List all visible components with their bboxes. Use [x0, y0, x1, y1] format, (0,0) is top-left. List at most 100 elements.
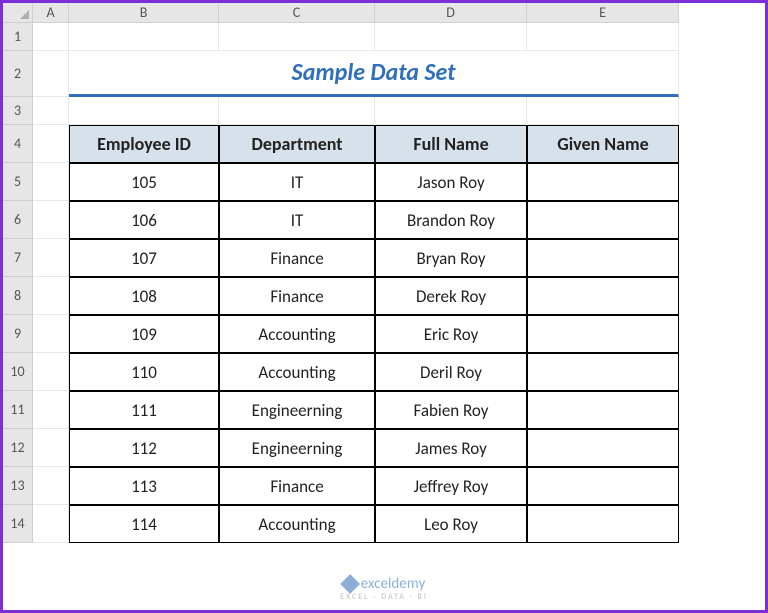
cell-given-name[interactable]: [527, 391, 679, 429]
cell-full-name[interactable]: Eric Roy: [375, 315, 527, 353]
cell-full-name[interactable]: Leo Roy: [375, 505, 527, 543]
cell-A12[interactable]: [33, 429, 69, 467]
cell-given-name[interactable]: [527, 429, 679, 467]
col-header-E[interactable]: E: [527, 3, 679, 23]
table-row: 12 112EngineerningJames Roy: [3, 429, 765, 467]
col-header-D[interactable]: D: [375, 3, 527, 23]
cell-A11[interactable]: [33, 391, 69, 429]
cell-given-name[interactable]: [527, 315, 679, 353]
cell-A13[interactable]: [33, 467, 69, 505]
row-header-5[interactable]: 5: [3, 163, 33, 201]
cell-B1[interactable]: [69, 23, 219, 51]
cell-full-name[interactable]: Jeffrey Roy: [375, 467, 527, 505]
col-header-A[interactable]: A: [33, 3, 69, 23]
cell-E3[interactable]: [527, 97, 679, 125]
cell-full-name[interactable]: Fabien Roy: [375, 391, 527, 429]
row-header-12[interactable]: 12: [3, 429, 33, 467]
row-header-11[interactable]: 11: [3, 391, 33, 429]
table-row: 7 107FinanceBryan Roy: [3, 239, 765, 277]
cell-full-name[interactable]: Derek Roy: [375, 277, 527, 315]
table-row: 13 113FinanceJeffrey Roy: [3, 467, 765, 505]
cell-department[interactable]: Finance: [219, 467, 375, 505]
cell-employee-id[interactable]: 111: [69, 391, 219, 429]
table-row: 8 108FinanceDerek Roy: [3, 277, 765, 315]
row-header-8[interactable]: 8: [3, 277, 33, 315]
cell-E1[interactable]: [527, 23, 679, 51]
row-header-1[interactable]: 1: [3, 23, 33, 51]
cell-employee-id[interactable]: 113: [69, 467, 219, 505]
col-header-C[interactable]: C: [219, 3, 375, 23]
data-rows: 5105ITJason Roy6106ITBrandon Roy7107Fina…: [3, 163, 765, 543]
cell-employee-id[interactable]: 105: [69, 163, 219, 201]
cell-department[interactable]: IT: [219, 201, 375, 239]
cell-full-name[interactable]: Brandon Roy: [375, 201, 527, 239]
cell-given-name[interactable]: [527, 201, 679, 239]
cell-D1[interactable]: [375, 23, 527, 51]
row-1: 1: [3, 23, 765, 51]
col-header-B[interactable]: B: [69, 3, 219, 23]
row-4: 4 Employee ID Department Full Name Given…: [3, 125, 765, 163]
cell-C3[interactable]: [219, 97, 375, 125]
cell-D3[interactable]: [375, 97, 527, 125]
cell-A7[interactable]: [33, 239, 69, 277]
th-given-name[interactable]: Given Name: [527, 125, 679, 163]
cell-department[interactable]: Engineerning: [219, 429, 375, 467]
cell-full-name[interactable]: James Roy: [375, 429, 527, 467]
cell-department[interactable]: Finance: [219, 277, 375, 315]
row-header-2[interactable]: 2: [3, 51, 33, 97]
select-all-corner[interactable]: [3, 3, 33, 23]
cell-given-name[interactable]: [527, 239, 679, 277]
th-employee-id[interactable]: Employee ID: [69, 125, 219, 163]
cell-A6[interactable]: [33, 201, 69, 239]
row-header-13[interactable]: 13: [3, 467, 33, 505]
cell-employee-id[interactable]: 114: [69, 505, 219, 543]
cell-department[interactable]: Accounting: [219, 505, 375, 543]
cell-given-name[interactable]: [527, 277, 679, 315]
cell-employee-id[interactable]: 106: [69, 201, 219, 239]
cell-department[interactable]: Finance: [219, 239, 375, 277]
table-row: 14 114AccountingLeo Roy: [3, 505, 765, 543]
row-2: 2 Sample Data Set: [3, 51, 765, 97]
row-header-10[interactable]: 10: [3, 353, 33, 391]
cell-given-name[interactable]: [527, 505, 679, 543]
cell-A9[interactable]: [33, 315, 69, 353]
row-header-7[interactable]: 7: [3, 239, 33, 277]
row-header-3[interactable]: 3: [3, 97, 33, 125]
cell-department[interactable]: IT: [219, 163, 375, 201]
cell-employee-id[interactable]: 107: [69, 239, 219, 277]
th-full-name[interactable]: Full Name: [375, 125, 527, 163]
cell-A10[interactable]: [33, 353, 69, 391]
cell-A1[interactable]: [33, 23, 69, 51]
cell-A4[interactable]: [33, 125, 69, 163]
row-header-6[interactable]: 6: [3, 201, 33, 239]
cell-employee-id[interactable]: 108: [69, 277, 219, 315]
th-department[interactable]: Department: [219, 125, 375, 163]
cell-given-name[interactable]: [527, 467, 679, 505]
cell-full-name[interactable]: Deril Roy: [375, 353, 527, 391]
cell-A2[interactable]: [33, 51, 69, 97]
cell-B3[interactable]: [69, 97, 219, 125]
cell-A8[interactable]: [33, 277, 69, 315]
row-header-14[interactable]: 14: [3, 505, 33, 543]
cell-employee-id[interactable]: 112: [69, 429, 219, 467]
cell-employee-id[interactable]: 110: [69, 353, 219, 391]
cell-department[interactable]: Accounting: [219, 353, 375, 391]
table-row: 10 110AccountingDeril Roy: [3, 353, 765, 391]
cell-employee-id[interactable]: 109: [69, 315, 219, 353]
row-header-4[interactable]: 4: [3, 125, 33, 163]
cell-full-name[interactable]: Bryan Roy: [375, 239, 527, 277]
row-3: 3: [3, 97, 765, 125]
cell-A14[interactable]: [33, 505, 69, 543]
cell-A3[interactable]: [33, 97, 69, 125]
cell-department[interactable]: Accounting: [219, 315, 375, 353]
cell-given-name[interactable]: [527, 163, 679, 201]
cell-full-name[interactable]: Jason Roy: [375, 163, 527, 201]
cell-department[interactable]: Engineerning: [219, 391, 375, 429]
cell-given-name[interactable]: [527, 353, 679, 391]
cell-A5[interactable]: [33, 163, 69, 201]
column-header-row: A B C D E: [3, 3, 765, 23]
cell-C1[interactable]: [219, 23, 375, 51]
table-row: 5 105ITJason Roy: [3, 163, 765, 201]
page-title[interactable]: Sample Data Set: [69, 51, 679, 97]
row-header-9[interactable]: 9: [3, 315, 33, 353]
